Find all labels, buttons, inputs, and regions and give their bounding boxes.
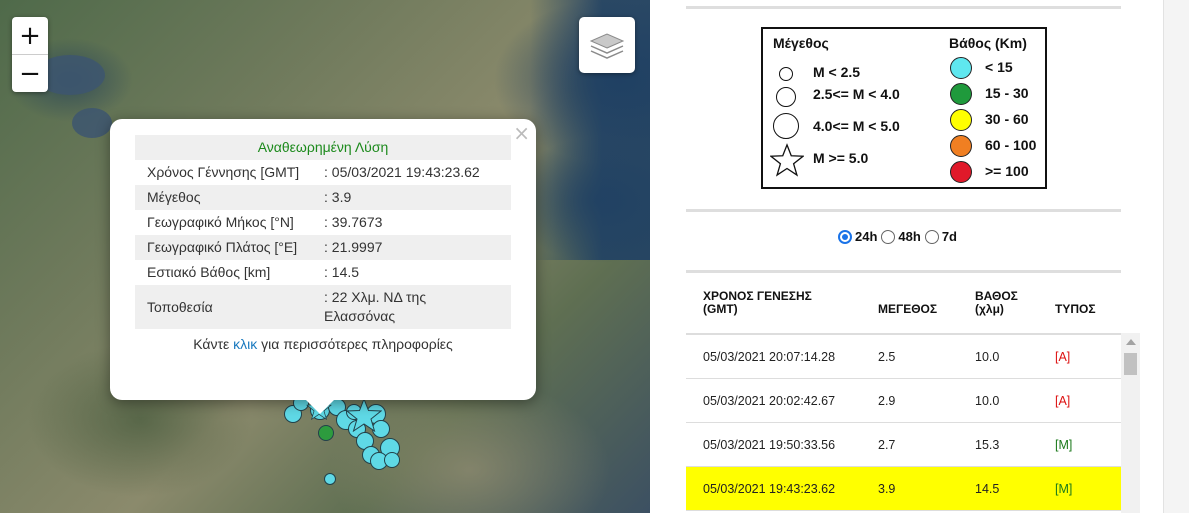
- earthquake-marker[interactable]: [318, 425, 334, 441]
- period-label: 48h: [898, 229, 921, 244]
- event-type: [M]: [1055, 438, 1073, 452]
- event-magnitude: 2.7: [878, 438, 896, 452]
- period-label: 7d: [941, 229, 957, 244]
- table-row[interactable]: 05/03/2021 19:50:33.56 2.7 15.3 [M]: [686, 423, 1121, 467]
- popup-label: Γεωγραφικό Πλάτος [°E]: [135, 235, 312, 260]
- event-time: 05/03/2021 20:07:14.28: [703, 350, 836, 364]
- legend-magnitude-label: M < 2.5: [813, 64, 861, 80]
- legend-magnitude-title: Μέγεθος: [773, 35, 829, 51]
- star-marker[interactable]: [346, 398, 382, 432]
- legend-magnitude-large-icon: [773, 113, 799, 139]
- table-row[interactable]: 05/03/2021 20:02:42.67 2.9 10.0 [A]: [686, 379, 1121, 423]
- popup-value: : 3.9: [312, 185, 511, 210]
- side-panel: Μέγεθος Βάθος (Km) M < 2.5 2.5<= M < 4.0…: [686, 0, 1121, 513]
- period-radio-24h[interactable]: [838, 229, 852, 244]
- legend-depth-label: < 15: [985, 59, 1013, 75]
- event-magnitude: 2.5: [878, 350, 896, 364]
- popup-value: : 39.7673: [324, 214, 383, 230]
- legend-depth-title: Βάθος (Km): [949, 35, 1027, 51]
- legend-depth-swatch: [950, 161, 972, 183]
- event-time: 05/03/2021 20:02:42.67: [703, 394, 836, 408]
- period-radio-7d[interactable]: [924, 229, 939, 244]
- popup-footer-text: για περισσότερες πληροφορίες: [257, 336, 453, 352]
- table-row[interactable]: 05/03/2021 20:07:14.28 2.5 10.0 [A]: [686, 335, 1121, 379]
- legend-depth-swatch: [950, 109, 972, 131]
- period-radio-48h[interactable]: [881, 229, 896, 244]
- zoom-out-button[interactable]: −: [12, 54, 48, 92]
- popup-title: Αναθεωρημένη Λύση: [135, 135, 511, 160]
- earthquake-marker[interactable]: [384, 452, 400, 468]
- event-type: [A]: [1055, 350, 1071, 364]
- legend-depth-swatch: [950, 135, 972, 157]
- event-depth: 14.5: [975, 482, 1000, 496]
- legend-magnitude-label: M >= 5.0: [813, 150, 869, 166]
- table-row-selected[interactable]: 05/03/2021 19:43:23.62 3.9 14.5 [M]: [686, 467, 1121, 511]
- events-table-header: ΧΡΟΝΟΣ ΓΕΝΕΣΗΣ (GMT) ΜΕΓΕΘΟΣ ΒΑΘΟΣ (χλμ)…: [686, 278, 1121, 335]
- popup-label: Γεωγραφικό Μήκος [°N]: [147, 214, 294, 230]
- earthquake-marker[interactable]: [324, 473, 336, 485]
- earthquake-popup: × Αναθεωρημένη Λύση Χρόνος Γέννησης [GMT…: [110, 119, 536, 414]
- legend-depth-label: >= 100: [985, 163, 1029, 179]
- zoom-control: + −: [12, 17, 48, 92]
- legend-magnitude-medium-icon: [776, 87, 796, 107]
- popup-tip: [306, 400, 334, 414]
- layers-button[interactable]: [579, 17, 635, 73]
- column-header-type[interactable]: ΤΥΠΟΣ: [1055, 303, 1096, 316]
- events-table: ΧΡΟΝΟΣ ΓΕΝΕΣΗΣ (GMT) ΜΕΓΕΘΟΣ ΒΑΘΟΣ (χλμ)…: [686, 278, 1121, 511]
- more-info-link[interactable]: κλικ: [233, 336, 257, 352]
- star-icon: [770, 143, 804, 177]
- legend-magnitude-small-icon: [779, 67, 793, 81]
- legend-magnitude-label: 2.5<= M < 4.0: [813, 86, 900, 102]
- popup-footer-text: Κάντε: [193, 336, 234, 352]
- layers-icon: [589, 33, 625, 59]
- legend: Μέγεθος Βάθος (Km) M < 2.5 2.5<= M < 4.0…: [761, 27, 1047, 189]
- popup-footer: Κάντε κλικ για περισσότερες πληροφορίες: [135, 329, 511, 357]
- popup-value: : 21.9997: [312, 235, 511, 260]
- table-scrollbar[interactable]: [1121, 333, 1140, 513]
- event-magnitude: 3.9: [878, 482, 896, 496]
- legend-depth-label: 15 - 30: [985, 85, 1029, 101]
- divider: [686, 6, 1121, 9]
- divider: [686, 270, 1121, 273]
- legend-depth-swatch: [950, 83, 972, 105]
- event-magnitude: 2.9: [878, 394, 896, 408]
- period-label: 24h: [855, 229, 878, 244]
- period-selector: 24h 48h 7d: [838, 229, 961, 244]
- scrollbar-thumb[interactable]: [1124, 353, 1137, 375]
- page-scrollbar[interactable]: [1163, 0, 1189, 513]
- event-depth: 10.0: [975, 394, 1000, 408]
- column-header-depth[interactable]: ΒΑΘΟΣ (χλμ): [975, 290, 1035, 316]
- popup-label: Τοποθεσία: [135, 285, 312, 329]
- legend-depth-label: 30 - 60: [985, 111, 1029, 127]
- scroll-up-arrow-icon[interactable]: [1126, 339, 1136, 345]
- popup-label: Εστιακό Βάθος [km]: [147, 264, 271, 280]
- event-type: [M]: [1055, 482, 1073, 496]
- column-header-time[interactable]: ΧΡΟΝΟΣ ΓΕΝΕΣΗΣ (GMT): [703, 290, 843, 316]
- event-time: 05/03/2021 19:50:33.56: [703, 438, 836, 452]
- popup-label: Χρόνος Γέννησης [GMT]: [147, 164, 300, 180]
- popup-value: : 14.5: [324, 264, 360, 280]
- popup-label: Μέγεθος: [135, 185, 312, 210]
- zoom-in-button[interactable]: +: [12, 17, 48, 54]
- legend-magnitude-label: 4.0<= M < 5.0: [813, 118, 900, 134]
- popup-value: : 22 Χλμ. ΝΔ της Ελασσόνας: [312, 285, 511, 329]
- event-type: [A]: [1055, 394, 1071, 408]
- close-icon[interactable]: ×: [513, 121, 530, 145]
- popup-value: : 05/03/2021 19:43:23.62: [324, 164, 480, 180]
- column-header-magnitude[interactable]: ΜΕΓΕΘΟΣ: [878, 303, 937, 316]
- map-lake: [72, 108, 112, 138]
- event-time: 05/03/2021 19:43:23.62: [703, 482, 836, 496]
- map-view[interactable]: + − × Αναθεωρημένη Λύση Χρόνος Γέννησης …: [0, 0, 650, 513]
- divider: [686, 209, 1121, 212]
- popup-details-table: Αναθεωρημένη Λύση Χρόνος Γέννησης [GMT]:…: [135, 135, 511, 357]
- event-depth: 10.0: [975, 350, 1000, 364]
- legend-depth-swatch: [950, 57, 972, 79]
- legend-depth-label: 60 - 100: [985, 137, 1037, 153]
- event-depth: 15.3: [975, 438, 1000, 452]
